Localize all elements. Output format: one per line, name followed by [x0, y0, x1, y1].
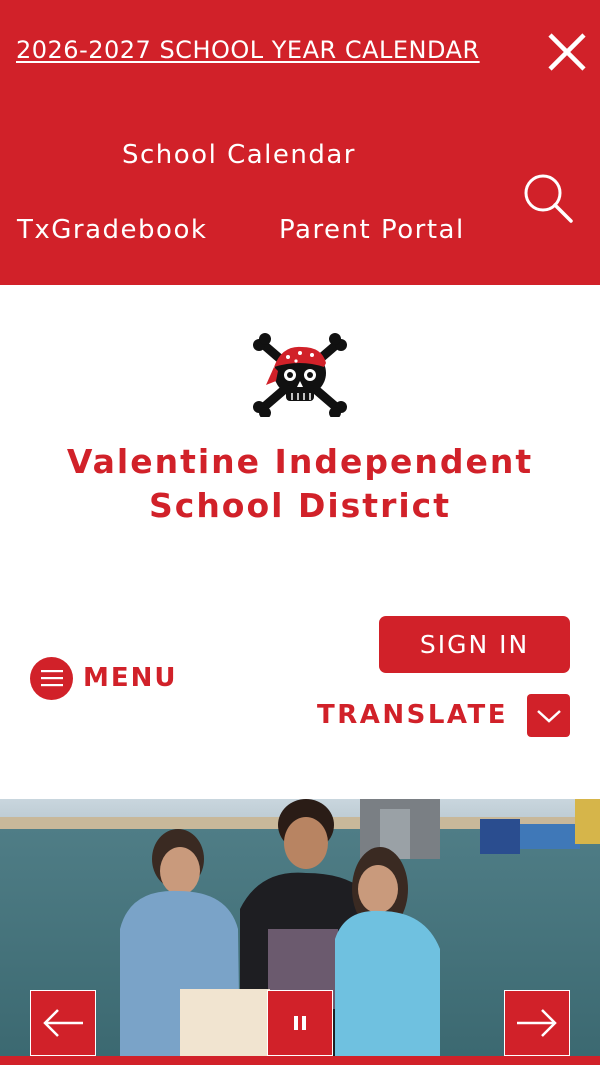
sign-in-button[interactable]: SIGN IN: [379, 616, 570, 673]
arrow-left-icon: [43, 1009, 83, 1037]
previous-slide-button[interactable]: [30, 990, 96, 1056]
parent-portal-link[interactable]: Parent Portal: [279, 215, 465, 245]
quick-links-bar: School Calendar TxGradebook Parent Porta…: [0, 110, 600, 285]
close-icon[interactable]: [545, 30, 589, 74]
pause-slideshow-button[interactable]: [267, 990, 333, 1056]
hero-bottom-bar: [0, 1056, 600, 1065]
menu-label: MENU: [83, 663, 178, 693]
alert-bar: 2026-2027 SCHOOL YEAR CALENDAR: [0, 0, 600, 110]
chevron-down-icon[interactable]: [527, 694, 570, 737]
alert-calendar-link[interactable]: 2026-2027 SCHOOL YEAR CALENDAR: [16, 36, 480, 64]
txgradebook-link[interactable]: TxGradebook: [17, 215, 207, 245]
next-slide-button[interactable]: [504, 990, 570, 1056]
menu-button[interactable]: MENU: [30, 656, 178, 700]
school-calendar-link[interactable]: School Calendar: [122, 140, 356, 170]
district-name[interactable]: Valentine Independent School District: [0, 440, 600, 528]
district-name-line2: School District: [148, 486, 451, 525]
translate-label[interactable]: TRANSLATE: [317, 700, 508, 730]
hamburger-icon: [30, 656, 73, 700]
district-logo[interactable]: [252, 333, 348, 419]
sign-in-label: SIGN IN: [419, 630, 530, 659]
arrow-right-icon: [517, 1009, 557, 1037]
pause-icon: [294, 1016, 306, 1030]
district-name-line1: Valentine Independent: [66, 442, 534, 481]
search-icon[interactable]: [522, 172, 574, 224]
